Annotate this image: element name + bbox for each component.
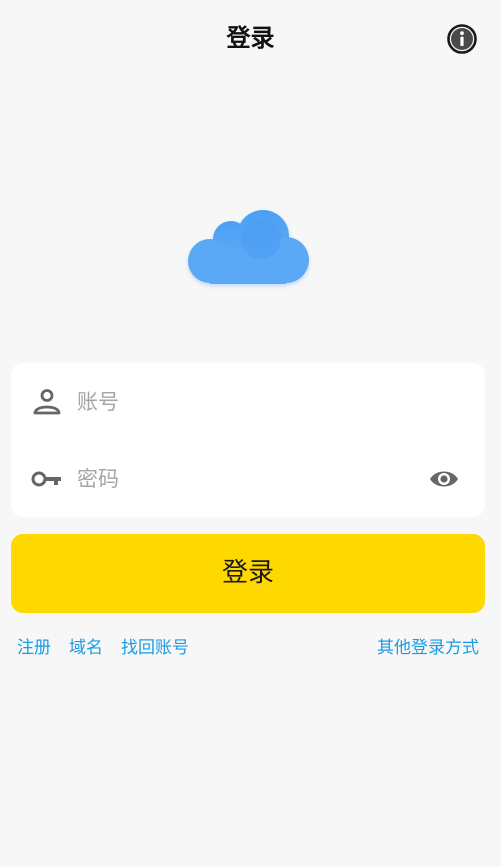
key-icon bbox=[31, 465, 63, 493]
info-icon[interactable] bbox=[446, 23, 478, 55]
recover-account-link[interactable]: 找回账号 bbox=[121, 636, 189, 660]
person-icon bbox=[31, 388, 63, 416]
domain-link[interactable]: 域名 bbox=[69, 636, 103, 660]
cloud-logo-icon bbox=[183, 205, 313, 291]
account-input[interactable] bbox=[77, 382, 407, 422]
register-link[interactable]: 注册 bbox=[17, 636, 51, 660]
login-screen: 登录 账号 登录 注册 域名 找回账号 其他登录方式 bbox=[0, 0, 501, 867]
login-form-card bbox=[11, 363, 485, 517]
password-input[interactable] bbox=[77, 459, 407, 499]
account-field bbox=[11, 372, 485, 432]
other-login-methods-link[interactable]: 其他登录方式 bbox=[377, 636, 479, 660]
page-title: 登录 bbox=[226, 24, 275, 52]
login-button[interactable]: 登录 bbox=[11, 534, 485, 613]
eye-icon[interactable] bbox=[428, 466, 460, 492]
password-field bbox=[11, 449, 485, 509]
